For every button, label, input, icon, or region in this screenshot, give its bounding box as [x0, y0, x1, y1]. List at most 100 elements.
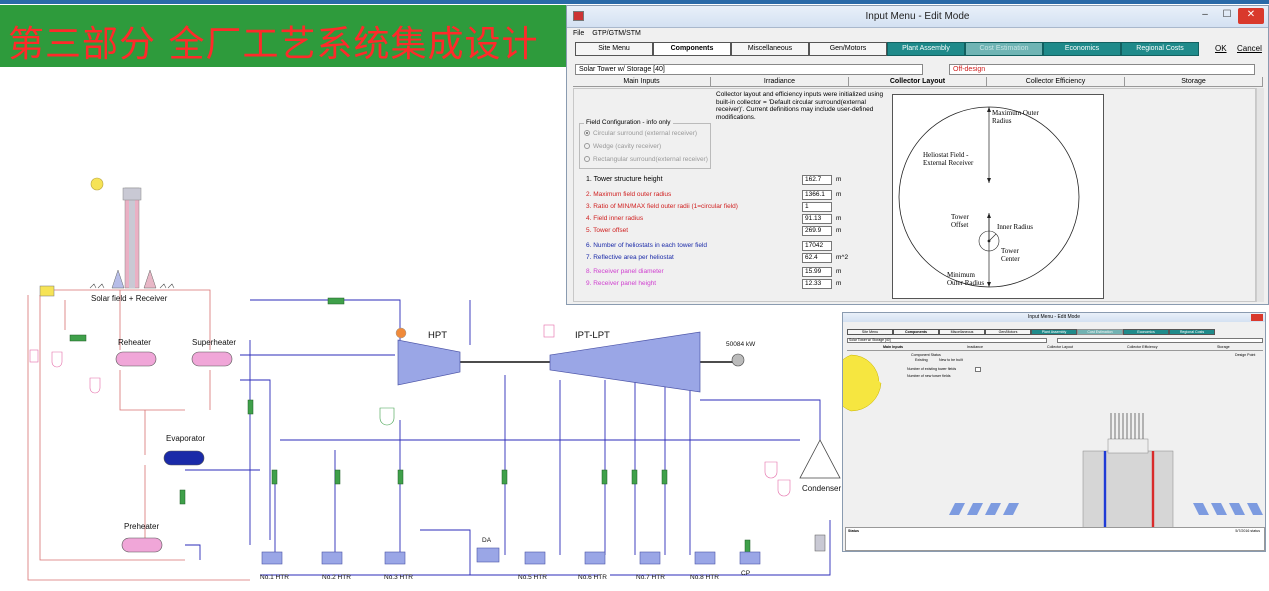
component-select[interactable]: Solar Tower w/ Storage [40]: [575, 64, 923, 75]
param-input-4[interactable]: 91.13: [802, 214, 832, 224]
tab-cost-estimation[interactable]: Cost Estimation: [965, 42, 1043, 56]
param-input-6[interactable]: 17042: [802, 241, 832, 251]
preheater-hx: [121, 537, 163, 553]
tab-components[interactable]: Components: [653, 42, 731, 56]
param-input-8[interactable]: 15.99: [802, 267, 832, 277]
param-unit-5: m: [836, 227, 842, 234]
diag-tower-offset: Tower Offset: [951, 213, 969, 229]
radio-circular[interactable]: Circular surround (external receiver): [584, 130, 697, 137]
label-condenser: Condenser: [802, 484, 842, 493]
generator-icon: [731, 353, 745, 367]
window-titlebar[interactable]: Input Menu - Edit Mode – ☐ ✕: [567, 6, 1268, 28]
collector-layout-panel: Collector layout and efficiency inputs w…: [573, 88, 1256, 302]
subtab-main-inputs[interactable]: Main Inputs: [573, 77, 711, 87]
inset-titlebar[interactable]: Input Menu - Edit Mode: [843, 313, 1265, 322]
label-generator-output: 50084 kW: [726, 341, 756, 348]
param-input-2[interactable]: 1366.1: [802, 190, 832, 200]
param-label-3: 3. Ratio of MIN/MAX field outer radii (1…: [586, 203, 738, 210]
maximize-icon[interactable]: ☐: [1216, 8, 1238, 24]
param-input-1[interactable]: 162.7: [802, 175, 832, 185]
param-input-7[interactable]: 62.4: [802, 253, 832, 263]
slide-title: 第三部分 全厂工艺系统集成设计: [8, 24, 539, 65]
inset-tab-site-menu[interactable]: Site Menu: [847, 329, 893, 335]
diag-max-radius: Maximum Outer Radius: [992, 109, 1039, 125]
inset-subtab-irr[interactable]: Irradiance: [967, 345, 983, 349]
window-title: Input Menu - Edit Mode: [865, 11, 970, 22]
param-input-3[interactable]: 1: [802, 202, 832, 212]
inset-tab-gen[interactable]: Gen/Motors: [985, 329, 1031, 335]
inset-input-window: Input Menu - Edit Mode Site Menu Compone…: [842, 312, 1266, 552]
inset-tower-illustration: [843, 354, 1263, 531]
radio-empty-icon: [584, 156, 590, 162]
tab-economics[interactable]: Economics: [1043, 42, 1121, 56]
radio-wedge[interactable]: Wedge (cavity receiver): [584, 143, 661, 150]
label-solar-field: Solar field + Receiver: [91, 294, 168, 303]
param-input-9[interactable]: 12.33: [802, 279, 832, 289]
diag-min-radius: Minimum Outer Radius: [947, 271, 985, 287]
inset-tab-components[interactable]: Components: [893, 329, 939, 335]
inset-tab-cost[interactable]: Cost Estimation: [1077, 329, 1123, 335]
slide: 第三部分 全厂工艺系统集成设计 Solar field + Receiver R…: [0, 0, 1269, 591]
inset-tab-regional[interactable]: Regional Costs: [1169, 329, 1215, 335]
param-unit-4: m: [836, 215, 842, 222]
inset-tab-misc[interactable]: Miscellaneous: [939, 329, 985, 335]
inset-subtab-main[interactable]: Main Inputs: [883, 345, 903, 349]
evaporator-hx: [163, 450, 205, 466]
inset-tower-new-label: Number of new tower fields: [907, 374, 951, 378]
inset-existing: Existing: [915, 358, 928, 362]
inset-date: 5/7/2016 status: [1235, 529, 1260, 533]
inset-subtab-eff[interactable]: Collector Efficiency: [1127, 345, 1158, 349]
menu-gtp[interactable]: GTP/GTM/STM: [592, 30, 641, 37]
inset-status-pane: Status 5/7/2016 status: [845, 527, 1265, 551]
subtab-collector-efficiency[interactable]: Collector Efficiency: [987, 77, 1125, 87]
diag-inner-radius: Inner Radius: [997, 223, 1033, 231]
label-reheater: Reheater: [118, 338, 151, 347]
label-heater-3: No.3 HTR: [384, 574, 413, 581]
menu-bar: File GTP/GTM/STM: [567, 28, 1268, 40]
field-layout-diagram: Maximum Outer Radius Heliostat Field - E…: [892, 94, 1104, 299]
param-label-2: 2. Maximum field outer radius: [586, 191, 672, 198]
tab-gen-motors[interactable]: Gen/Motors: [809, 42, 887, 56]
label-ipt-lpt: IPT-LPT: [575, 330, 610, 341]
mode-select[interactable]: Off-design: [949, 64, 1255, 75]
param-label-1: 1. Tower structure height: [586, 176, 663, 183]
param-label-6: 6. Number of heliostats in each tower fi…: [586, 242, 708, 249]
subtab-storage[interactable]: Storage: [1125, 77, 1263, 87]
inset-subtab-layout[interactable]: Collector Layout: [1047, 345, 1073, 349]
label-heater-8: No.8 HTR: [690, 574, 719, 581]
cancel-button[interactable]: Cancel: [1237, 44, 1262, 53]
tab-site-menu[interactable]: Site Menu: [575, 42, 653, 56]
radio-rectangular[interactable]: Rectangular surround(external receiver): [584, 156, 708, 163]
inset-tower-fields-input[interactable]: [975, 367, 981, 372]
hpt-inlet-marker: [395, 327, 407, 339]
condenser-icon: [799, 439, 841, 479]
tab-miscellaneous[interactable]: Miscellaneous: [731, 42, 809, 56]
sun-icon: [90, 177, 104, 191]
label-heater-2: No.2 HTR: [322, 574, 351, 581]
solar-tower-icon: [89, 187, 175, 289]
inset-tab-econ[interactable]: Economics: [1123, 329, 1169, 335]
subtab-irradiance[interactable]: Irradiance: [711, 77, 849, 87]
inset-close-icon[interactable]: [1251, 314, 1263, 321]
label-preheater: Preheater: [124, 522, 160, 531]
ok-button[interactable]: OK: [1215, 44, 1227, 53]
tab-regional-costs[interactable]: Regional Costs: [1121, 42, 1199, 56]
superheater-hx: [191, 351, 233, 367]
menu-file[interactable]: File: [573, 30, 584, 37]
panel-scrollbar[interactable]: [1256, 88, 1264, 302]
tab-plant-assembly[interactable]: Plant Assembly: [887, 42, 965, 56]
label-heater-1: No.1 HTR: [260, 574, 289, 581]
salt-loop: [27, 289, 250, 581]
param-input-5[interactable]: 269.9: [802, 226, 832, 236]
hotwell: [814, 534, 826, 552]
inset-component-select[interactable]: Solar Tower w/ Storage [40]: [847, 338, 1047, 343]
inset-tab-plant[interactable]: Plant Assembly: [1031, 329, 1077, 335]
inset-mode-select[interactable]: [1057, 338, 1263, 343]
close-icon[interactable]: ✕: [1238, 8, 1264, 24]
param-label-9: 9. Receiver panel height: [586, 280, 657, 287]
minimize-icon[interactable]: –: [1194, 8, 1216, 24]
inset-subtab-storage[interactable]: Storage: [1217, 345, 1230, 349]
field-node: [39, 285, 55, 297]
input-menu-window: Input Menu - Edit Mode – ☐ ✕ File GTP/GT…: [566, 5, 1269, 305]
subtab-collector-layout[interactable]: Collector Layout: [849, 77, 987, 87]
